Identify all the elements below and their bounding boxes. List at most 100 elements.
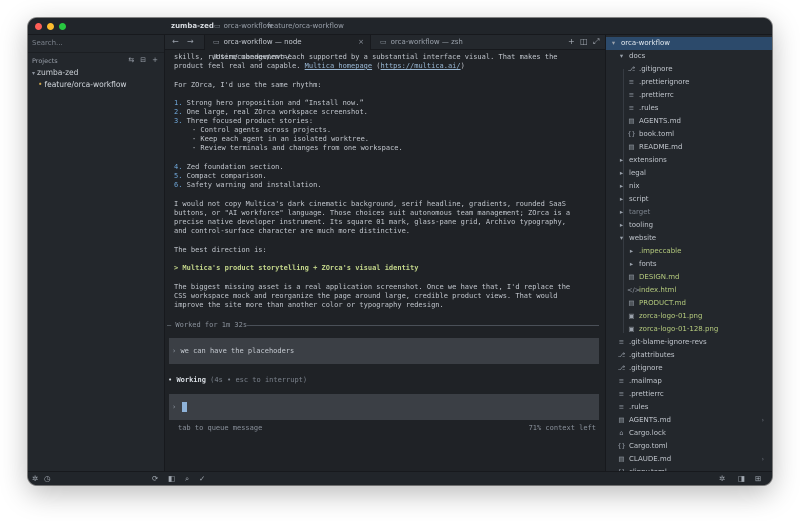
folder-icon: ▸ [619,182,624,190]
titlebar-project[interactable]: zumba-zed [171,22,214,30]
toggle-left-panel-icon[interactable]: ◧ [168,474,175,483]
prompt-caret-icon: › [172,347,177,355]
toggle-right-panel-icon[interactable]: ◨ [738,474,745,483]
file-tree-item[interactable]: ▣ zorca-logo-01.png [606,310,772,323]
chevron-right-icon: › [761,417,764,424]
project-item[interactable]: ▾ zumba-zed [32,68,78,77]
folder-icon: ▸ [619,156,624,164]
titlebar: zumba-zed ▭ orca-workflow ᚴ feature/orca-w… [28,18,772,35]
new-tab-icon[interactable]: + [568,37,575,46]
branch-icon: ᚴ [260,22,265,30]
file-tree-item[interactable]: ▸ tooling [606,219,772,232]
file-tree-item[interactable]: ⎇ .gitignore [606,362,772,375]
worktree-item[interactable]: • feature/orca-workflow [36,79,163,91]
list-text: Zed foundation section. [186,163,284,171]
sync-icon[interactable]: ⟳ [152,474,158,483]
file-tree-item[interactable]: {} Cargo.toml [606,440,772,453]
list-item: 2. One large, real ZOrca workspace scree… [174,108,368,117]
terminal-output[interactable]: skills, runtime management—each supporte… [165,51,605,471]
file-tree-item[interactable]: ≡ .mailmap [606,375,772,388]
list-number: 6. [174,181,183,189]
titlebar-branch[interactable]: ᚴ feature/orca-workflow [260,22,344,30]
list-text: One large, real ZOrca workspace screensh… [186,108,368,116]
file-tree-item[interactable]: ≡ .prettierrc [606,388,772,401]
folder-icon: ▸ [629,260,634,268]
file-tree-item[interactable]: ≡ .git-blame-ignore-revs [606,336,772,349]
projects-label: Projects [32,57,58,65]
search-icon[interactable]: ⌕ [185,474,189,484]
file-tree-item[interactable]: ⎇ .gitignore [606,63,772,76]
output-line: precise native developer instrument. Its… [174,218,566,226]
output-line: and control-surface character are much m… [174,227,411,235]
file-tree-item[interactable]: ≡ .prettierignore [606,76,772,89]
file-tree-item[interactable]: ≡ .rules [606,401,772,414]
check-icon[interactable]: ✓ [199,474,205,483]
split-pane-icon[interactable]: ◫ [580,37,588,46]
file-tree-item[interactable]: ▤ PRODUCT.md [606,297,772,310]
collapse-all-icon[interactable]: ⊟ [140,56,146,64]
file-tree-item[interactable]: ▤ AGENTS.md [606,115,772,128]
prompt-input[interactable]: › [169,394,599,420]
list-number: 2. [174,108,183,116]
file-tree-item[interactable]: ▤ DESIGN.md [606,271,772,284]
file-tree-item[interactable]: ▾ orca-workflow [606,37,772,50]
markdown-icon: ▤ [628,273,635,281]
file-tree-label: script [629,195,649,203]
file-tree-item[interactable]: {} book.toml [606,128,772,141]
file-tree-item[interactable]: ▸ nix [606,180,772,193]
zoom-window-button[interactable] [59,22,66,30]
git-icon: ⎇ [627,65,636,73]
folder-open-icon: ▾ [619,52,624,60]
file-tree-label: Cargo.lock [629,429,666,437]
forward-arrow-icon[interactable]: → [187,37,194,46]
folder-icon: ▸ [619,208,624,216]
assistant-icon[interactable]: ✲ [719,474,725,483]
search-input[interactable]: Search... [32,39,63,47]
file-tree-item[interactable]: ▾ docs [606,50,772,63]
file-tree-label: .rules [629,403,649,411]
file-tree-label: legal [629,169,646,177]
multica-url-link[interactable]: https://multica.ai/ [381,62,461,70]
file-icon: ≡ [618,403,625,411]
file-tree-item[interactable]: ▸ target [606,206,772,219]
file-tree-item[interactable]: ▸ script [606,193,772,206]
close-window-button[interactable] [35,22,42,30]
minimize-window-button[interactable] [47,22,54,30]
file-tree-item[interactable]: ▣ zorca-logo-01-128.png [606,323,772,336]
multica-homepage-link[interactable]: Multica homepage [305,62,372,70]
text-span: ( [372,62,381,70]
file-tree-item[interactable]: ▤ AGENTS.md › [606,414,772,427]
file-tree-item[interactable]: ▾ website [606,232,772,245]
file-tree-label: .prettierignore [639,78,690,86]
file-tree-item[interactable]: ⌂ Cargo.lock [606,427,772,440]
settings-icon[interactable]: ✲ [32,474,38,483]
tab-terminal-zsh[interactable]: ▭ orca-workflow — zsh [372,35,512,50]
file-tree-item[interactable]: ≡ .prettierrc [606,89,772,102]
back-arrow-icon[interactable]: ← [172,37,179,46]
file-tree-item[interactable]: ▸ .impeccable [606,245,772,258]
git-icon: ⎇ [617,364,626,372]
folder-icon: ▸ [629,247,634,255]
output-line: The biggest missing asset is a real appl… [174,283,571,291]
file-tree-item[interactable]: ▸ extensions [606,154,772,167]
maximize-pane-icon[interactable]: ⤢ [593,37,599,47]
file-tree-item[interactable]: ⎇ .gitattributes [606,349,772,362]
file-tree-item[interactable]: ▤ README.md [606,141,772,154]
file-tree-item[interactable]: ≡ .rules [606,102,772,115]
toggle-bottom-panel-icon[interactable]: ⊞ [755,474,761,483]
list-number: 1. [174,99,183,107]
list-item: 6. Safety warning and installation. [174,181,322,190]
sub-list-item: - Control agents across projects. [192,126,332,134]
file-tree-item[interactable]: ▸ legal [606,167,772,180]
file-tree-label: AGENTS.md [629,416,671,424]
close-tab-icon[interactable]: × [358,35,364,50]
add-project-icon[interactable]: + [152,56,158,64]
working-label: Working [176,376,206,384]
sort-icon[interactable]: ⇆ [128,56,134,64]
file-tree-item[interactable]: ▸ fonts [606,258,772,271]
file-tree-item[interactable]: ▤ CLAUDE.md › [606,453,772,466]
clock-icon[interactable]: ◷ [44,474,51,483]
tab-terminal-node[interactable]: ▭ orca-workflow — node /Users/cubedev/.nv… [204,35,371,61]
file-tree-label: .gitignore [629,364,663,372]
file-tree-item[interactable]: </>index.html [606,284,772,297]
